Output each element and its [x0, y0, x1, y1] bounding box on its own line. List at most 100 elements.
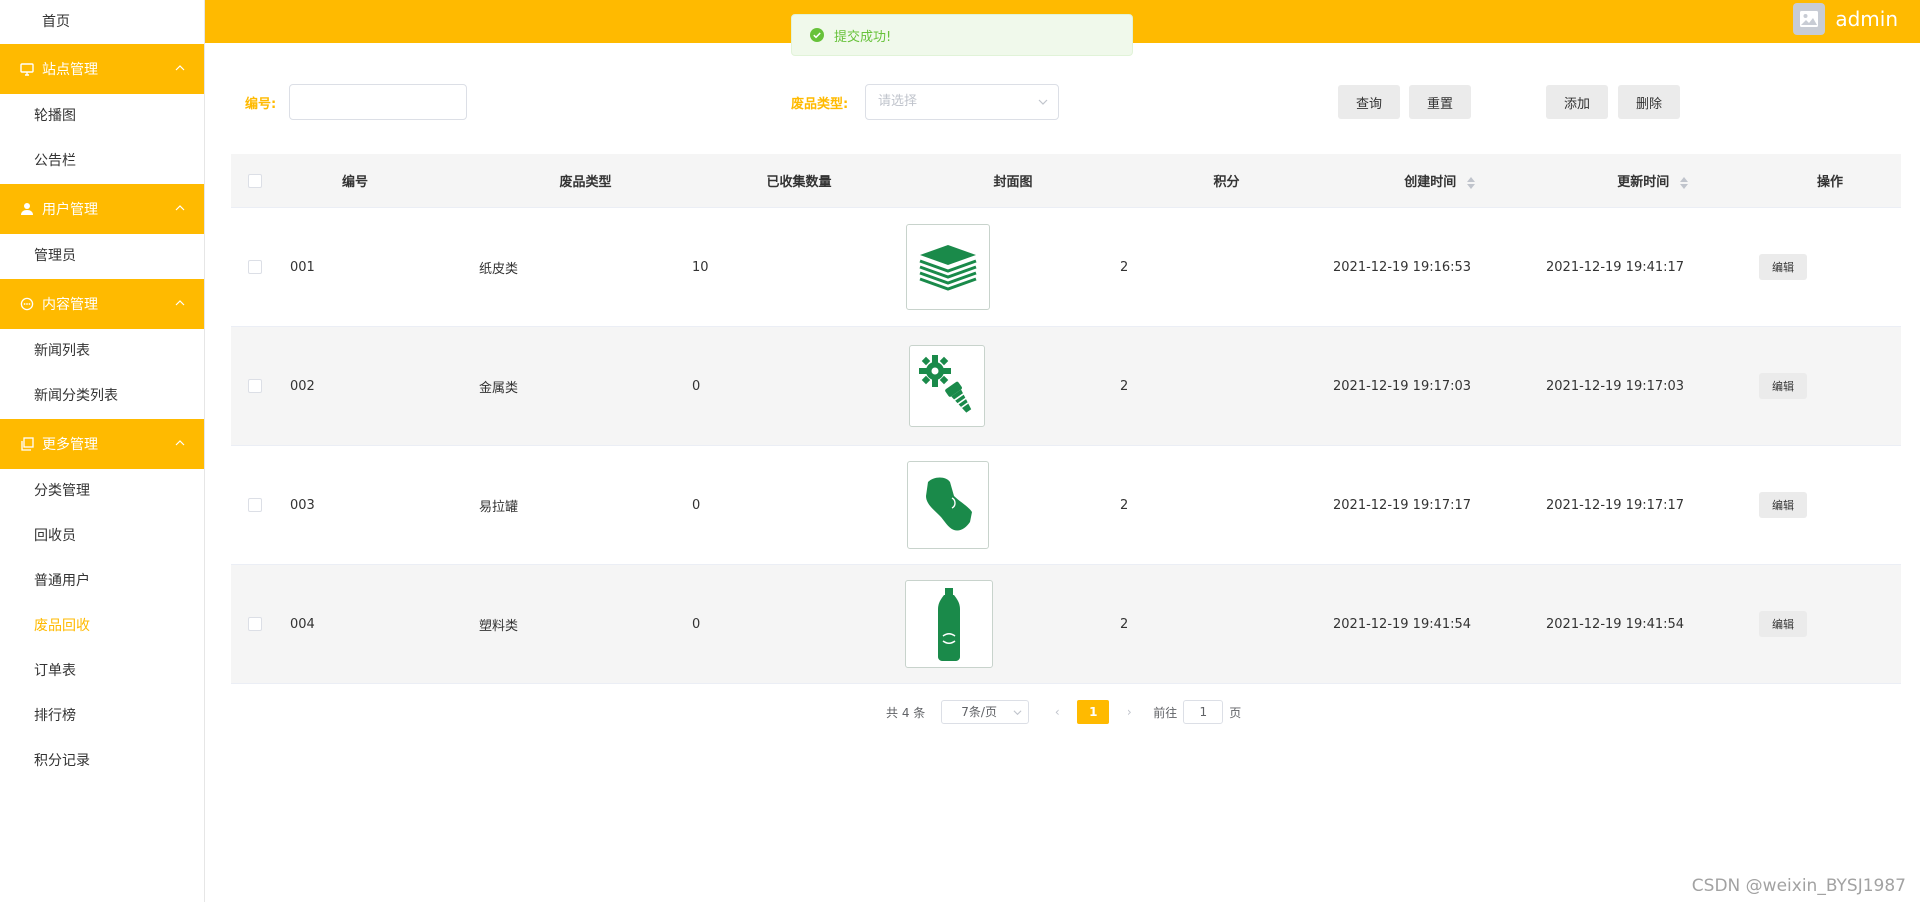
row-checkbox[interactable] — [248, 498, 262, 512]
sidebar-item-admin[interactable]: 管理员 — [0, 234, 204, 279]
menu-group-content[interactable]: 内容管理 — [0, 279, 204, 329]
cell-collected: 0 — [692, 616, 701, 632]
chevron-up-icon — [175, 440, 185, 446]
cell-collected: 0 — [692, 378, 701, 394]
user-icon — [20, 202, 34, 216]
waste-table: 编号 废品类型 已收集数量 封面图 积分 创建时间 更新时间 操作 001 纸皮… — [231, 154, 1901, 684]
goto-page-input[interactable]: 1 — [1183, 700, 1224, 724]
plastic-bottle-icon[interactable] — [905, 580, 993, 668]
sidebar-item-banner[interactable]: 轮播图 — [0, 94, 204, 139]
sidebar-item-category-manage[interactable]: 分类管理 — [0, 469, 204, 514]
chevron-up-icon — [175, 65, 185, 71]
cell-points: 2 — [1120, 616, 1129, 632]
sidebar-item-points-log[interactable]: 积分记录 — [0, 739, 204, 784]
menu-group-more[interactable]: 更多管理 — [0, 419, 204, 469]
sidebar-item-waste-recycle[interactable]: 废品回收 — [0, 604, 204, 649]
copy-icon — [20, 437, 34, 451]
select-all-checkbox[interactable] — [248, 173, 262, 188]
cell-created: 2021-12-19 19:17:17 — [1333, 497, 1472, 513]
header-cover: 封面图 — [993, 175, 1033, 190]
header-updated[interactable]: 更新时间 — [1546, 171, 1759, 190]
table-header: 编号 废品类型 已收集数量 封面图 积分 创建时间 更新时间 操作 — [231, 154, 1901, 208]
cell-collected: 0 — [692, 497, 701, 513]
header-type: 废品类型 — [559, 175, 612, 190]
edit-button[interactable]: 编辑 — [1759, 492, 1807, 518]
edit-button[interactable]: 编辑 — [1759, 611, 1807, 637]
query-button[interactable]: 查询 — [1338, 85, 1400, 119]
cell-updated: 2021-12-19 19:41:54 — [1546, 616, 1685, 632]
chevron-down-icon — [1038, 99, 1048, 105]
toast-message: 提交成功! — [834, 29, 892, 45]
row-checkbox[interactable] — [248, 260, 262, 274]
header-actions: 操作 — [1816, 175, 1843, 190]
row-checkbox[interactable] — [248, 379, 262, 393]
edit-button[interactable]: 编辑 — [1759, 254, 1807, 280]
sidebar-item-news-list[interactable]: 新闻列表 — [0, 329, 204, 374]
prev-page-button[interactable]: ‹ — [1047, 705, 1067, 719]
waste-type-label: 废品类型: — [791, 97, 849, 112]
sort-icon[interactable] — [1466, 176, 1475, 189]
sidebar-item-recycler[interactable]: 回收员 — [0, 514, 204, 559]
sort-icon[interactable] — [1679, 176, 1688, 189]
page-suffix: 页 — [1229, 705, 1242, 720]
sidebar-item-news-category[interactable]: 新闻分类列表 — [0, 374, 204, 419]
reset-button[interactable]: 重置 — [1409, 85, 1471, 119]
goto-label: 前往 — [1153, 705, 1178, 720]
header-collected: 已收集数量 — [766, 175, 832, 190]
metal-gear-screw-icon[interactable] — [909, 345, 985, 427]
sidebar: 首页 站点管理 轮播图 公告栏 用户管理 管理员 内容管理 新闻列表 新闻分类列… — [0, 0, 205, 902]
cell-id: 003 — [290, 497, 315, 513]
monitor-icon — [20, 62, 34, 76]
crushed-can-icon[interactable] — [907, 461, 989, 549]
sidebar-item-orders[interactable]: 订单表 — [0, 649, 204, 694]
cell-id: 002 — [290, 378, 315, 394]
menu-group-label: 站点管理 — [42, 62, 98, 78]
cell-type: 易拉罐 — [479, 499, 519, 515]
menu-group-user[interactable]: 用户管理 — [0, 184, 204, 234]
id-input[interactable] — [289, 84, 467, 120]
sidebar-item-normal-user[interactable]: 普通用户 — [0, 559, 204, 604]
table-row: 003 易拉罐 0 2 2021-12-19 19:17:17 2021-12-… — [231, 446, 1901, 565]
sidebar-item-ranking[interactable]: 排行榜 — [0, 694, 204, 739]
menu-group-label: 用户管理 — [42, 202, 98, 218]
cell-id: 004 — [290, 616, 315, 632]
header-updated-label: 更新时间 — [1617, 175, 1670, 190]
next-page-button[interactable]: › — [1119, 705, 1139, 719]
edit-button[interactable]: 编辑 — [1759, 373, 1807, 399]
chevron-up-icon — [175, 300, 185, 306]
waste-type-select[interactable]: 请选择 — [865, 84, 1059, 120]
delete-button[interactable]: 删除 — [1618, 85, 1680, 119]
success-toast: 提交成功! — [791, 14, 1133, 56]
menu-group-label: 内容管理 — [42, 297, 98, 313]
sidebar-item-home[interactable]: 首页 — [0, 0, 204, 44]
select-placeholder: 请选择 — [878, 94, 918, 109]
chevron-down-icon — [1013, 710, 1022, 716]
chat-icon — [20, 297, 34, 311]
paper-stack-icon[interactable] — [906, 224, 990, 310]
page-1-button[interactable]: 1 — [1077, 700, 1110, 724]
row-checkbox[interactable] — [248, 617, 262, 631]
cell-created: 2021-12-19 19:16:53 — [1333, 259, 1472, 275]
avatar[interactable] — [1793, 3, 1826, 35]
id-label: 编号: — [245, 97, 277, 112]
menu-group-site[interactable]: 站点管理 — [0, 44, 204, 94]
cell-updated: 2021-12-19 19:41:17 — [1546, 259, 1685, 275]
page-size-select[interactable]: 7条/页 — [941, 700, 1030, 724]
username[interactable]: admin — [1835, 7, 1898, 31]
cell-updated: 2021-12-19 19:17:03 — [1546, 378, 1685, 394]
cell-updated: 2021-12-19 19:17:17 — [1546, 497, 1685, 513]
header-created-label: 创建时间 — [1404, 175, 1457, 190]
cell-type: 纸皮类 — [479, 261, 519, 277]
table-row: 002 金属类 0 2 2021-12-19 19:17:03 2021-12-… — [231, 327, 1901, 446]
user-menu[interactable]: admin — [1793, 2, 1898, 36]
image-placeholder-icon — [1800, 11, 1819, 27]
header-created[interactable]: 创建时间 — [1333, 171, 1546, 190]
header-points: 积分 — [1213, 175, 1240, 190]
cell-type: 金属类 — [479, 380, 519, 396]
cell-created: 2021-12-19 19:17:03 — [1333, 378, 1472, 394]
sidebar-item-notice[interactable]: 公告栏 — [0, 139, 204, 184]
add-button[interactable]: 添加 — [1546, 85, 1608, 119]
cell-id: 001 — [290, 259, 315, 275]
table-row: 004 塑料类 0 2 2021-12-19 19:41:54 2021-12-… — [231, 565, 1901, 684]
chevron-up-icon — [175, 205, 185, 211]
